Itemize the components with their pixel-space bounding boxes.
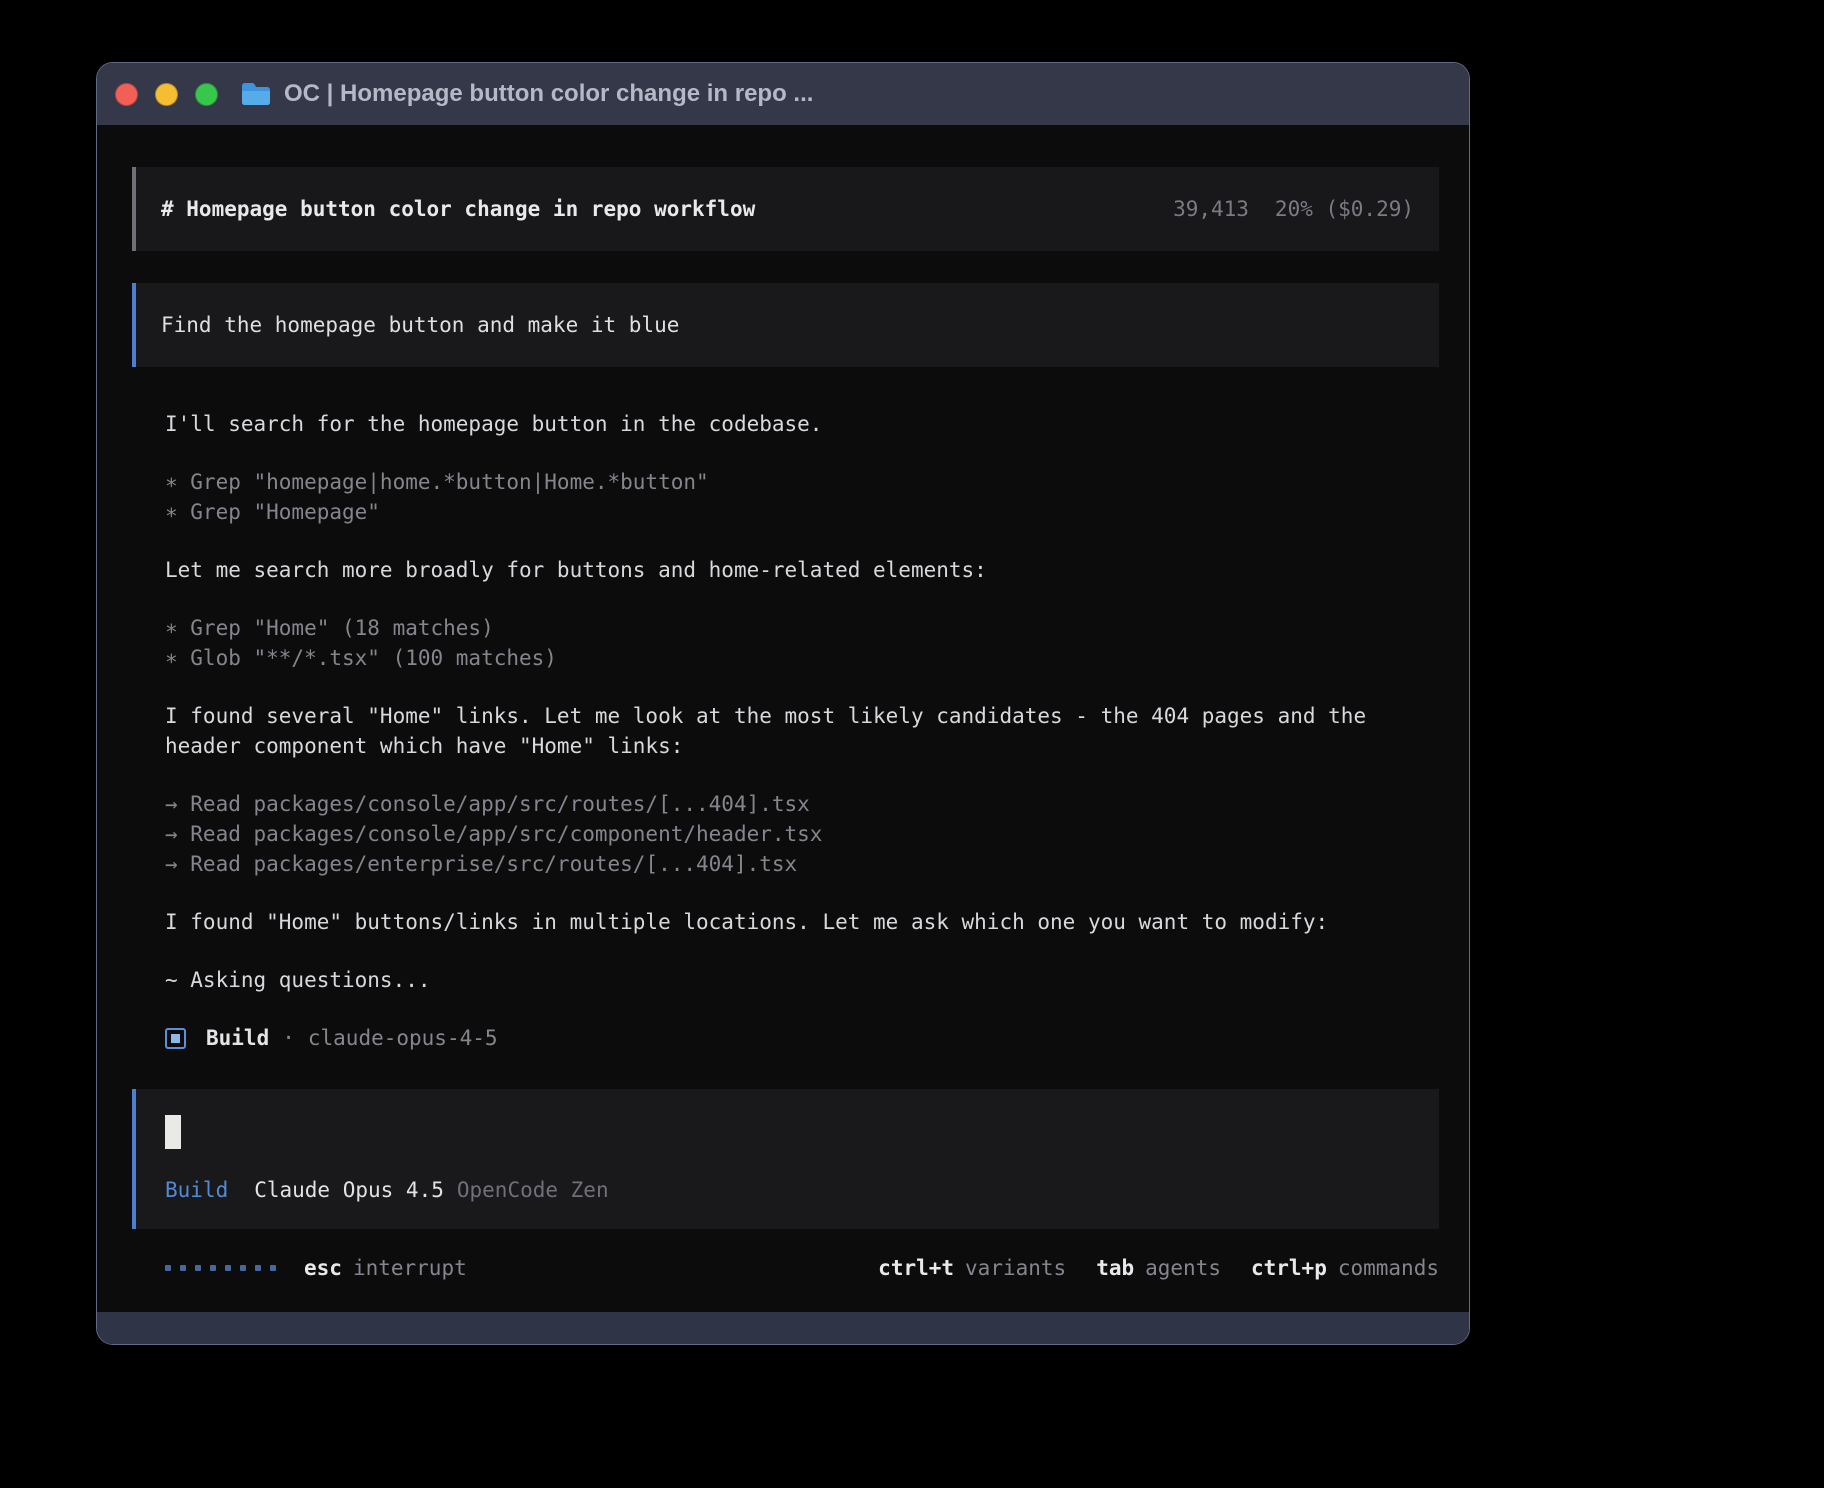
hint-action: agents <box>1145 1253 1221 1283</box>
composer-provider: OpenCode Zen <box>457 1175 609 1205</box>
context-cost: 20% ($0.29) <box>1275 194 1414 224</box>
folder-icon <box>241 81 271 107</box>
transcript-line: ∗ Glob "**/*.tsx" (100 matches) <box>165 643 1435 673</box>
session-title: # Homepage button color change in repo w… <box>161 194 755 224</box>
traffic-lights <box>115 83 218 106</box>
keyboard-hint: ctrl+p commands <box>1251 1253 1439 1283</box>
prompt-input[interactable]: Build Claude Opus 4.5 OpenCode Zen <box>132 1089 1439 1229</box>
transcript-line: → Read packages/enterprise/src/routes/[.… <box>165 849 1435 879</box>
session-stats: 39,413 20% ($0.29) <box>1173 194 1414 224</box>
agent-badge-separator: · <box>282 1023 295 1053</box>
text-cursor <box>165 1115 181 1149</box>
user-message-text: Find the homepage button and make it blu… <box>161 313 679 337</box>
composer-meta: Build Claude Opus 4.5 OpenCode Zen <box>165 1175 1410 1205</box>
transcript-line: ~ Asking questions... <box>165 965 1435 995</box>
transcript-line: I found "Home" buttons/links in multiple… <box>165 907 1435 937</box>
transcript-line: ∗ Grep "homepage|home.*button|Home.*butt… <box>165 467 1435 497</box>
hint-key: ctrl+t <box>878 1253 954 1283</box>
transcript-line: I found several "Home" links. Let me loo… <box>165 701 1435 761</box>
esc-action-label: interrupt <box>353 1253 467 1283</box>
transcript-line: ∗ Grep "Home" (18 matches) <box>165 613 1435 643</box>
keyboard-hint: ctrl+t variants <box>878 1253 1066 1283</box>
transcript-line: → Read packages/console/app/src/routes/[… <box>165 789 1435 819</box>
window-title: OC | Homepage button color change in rep… <box>284 80 813 108</box>
keyboard-hint: tab agents <box>1096 1253 1221 1283</box>
close-button[interactable] <box>115 83 138 106</box>
terminal-body: # Homepage button color change in repo w… <box>97 125 1469 1312</box>
hint-key: ctrl+p <box>1251 1253 1327 1283</box>
status-bar: esc interrupt ctrl+t variants tab agents <box>132 1253 1439 1283</box>
window-titlebar: OC | Homepage button color change in rep… <box>97 63 1469 125</box>
terminal-window: OC | Homepage button color change in rep… <box>96 62 1470 1345</box>
token-count: 39,413 <box>1173 194 1249 224</box>
hint-action: commands <box>1338 1253 1439 1283</box>
hint-key: tab <box>1096 1253 1134 1283</box>
hint-action: variants <box>965 1253 1066 1283</box>
session-header: # Homepage button color change in repo w… <box>132 167 1439 251</box>
status-right: ctrl+t variants tab agents ctrl+p comman… <box>878 1253 1439 1283</box>
agent-badge-model: claude-opus-4-5 <box>308 1023 498 1053</box>
minimize-button[interactable] <box>155 83 178 106</box>
transcript-line: I'll search for the homepage button in t… <box>165 409 1435 439</box>
transcript-line: Let me search more broadly for buttons a… <box>165 555 1435 585</box>
agent-badge-label: Build <box>206 1023 269 1053</box>
transcript-line: ∗ Grep "Homepage" <box>165 497 1435 527</box>
assistant-transcript: I'll search for the homepage button in t… <box>132 409 1439 995</box>
agent-badge: Build · claude-opus-4-5 <box>132 1023 1439 1053</box>
user-message: Find the homepage button and make it blu… <box>132 283 1439 367</box>
status-left: esc interrupt <box>165 1253 467 1283</box>
fullscreen-button[interactable] <box>195 83 218 106</box>
agent-build-icon <box>165 1028 186 1049</box>
transcript-line: → Read packages/console/app/src/componen… <box>165 819 1435 849</box>
composer-model[interactable]: Claude Opus 4.5 <box>254 1175 444 1205</box>
esc-key-hint: esc <box>304 1253 342 1283</box>
spinner-dots-icon <box>165 1265 276 1271</box>
window-bottom-chrome <box>97 1312 1469 1344</box>
composer-agent[interactable]: Build <box>165 1175 228 1205</box>
